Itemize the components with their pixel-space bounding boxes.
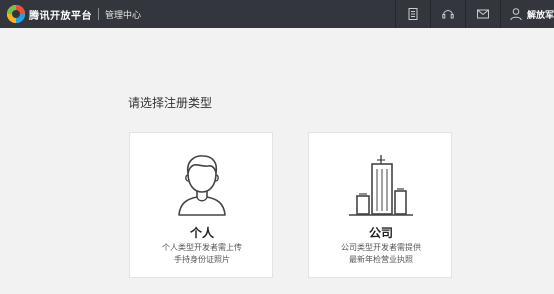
brand-name: 腾讯开放平台 [29,10,92,22]
page-title: 请选择注册类型 [128,96,213,110]
user-icon [510,8,522,21]
document-icon [408,8,418,20]
personal-type-card[interactable]: 个人 个人类型开发者需上传 手持身份证照片 [129,132,273,278]
mail-icon [476,9,489,19]
user-menu[interactable]: 解放军 [499,0,554,28]
header-toolbar: 解放军 [394,0,554,28]
card-description: 公司类型开发者需提供 [341,243,421,252]
top-navigation-bar: 腾讯开放平台 管理中心 解放军 [0,0,554,28]
messages-button[interactable] [464,0,500,28]
brand[interactable]: 腾讯开放平台 管理中心 [6,4,141,24]
company-type-card[interactable]: 公司 公司类型开发者需提供 最新年检营业执照 [308,132,452,278]
building-illustration [309,151,453,221]
tencent-logo-icon [7,5,25,23]
management-center-link[interactable]: 管理中心 [105,8,141,21]
person-icon [178,155,226,216]
brand-divider [98,8,99,20]
headset-icon [442,10,454,19]
person-illustration [130,151,274,221]
card-description: 最新年检营业执照 [349,255,413,264]
card-description: 个人类型开发者需上传 [162,243,242,252]
building-icon [349,155,413,216]
support-button[interactable] [429,0,465,28]
card-title: 公司 [368,226,393,240]
card-title: 个人 [189,226,214,240]
card-description: 手持身份证照片 [174,255,230,264]
document-button[interactable] [394,0,430,28]
username-label: 解放军 [526,10,554,21]
